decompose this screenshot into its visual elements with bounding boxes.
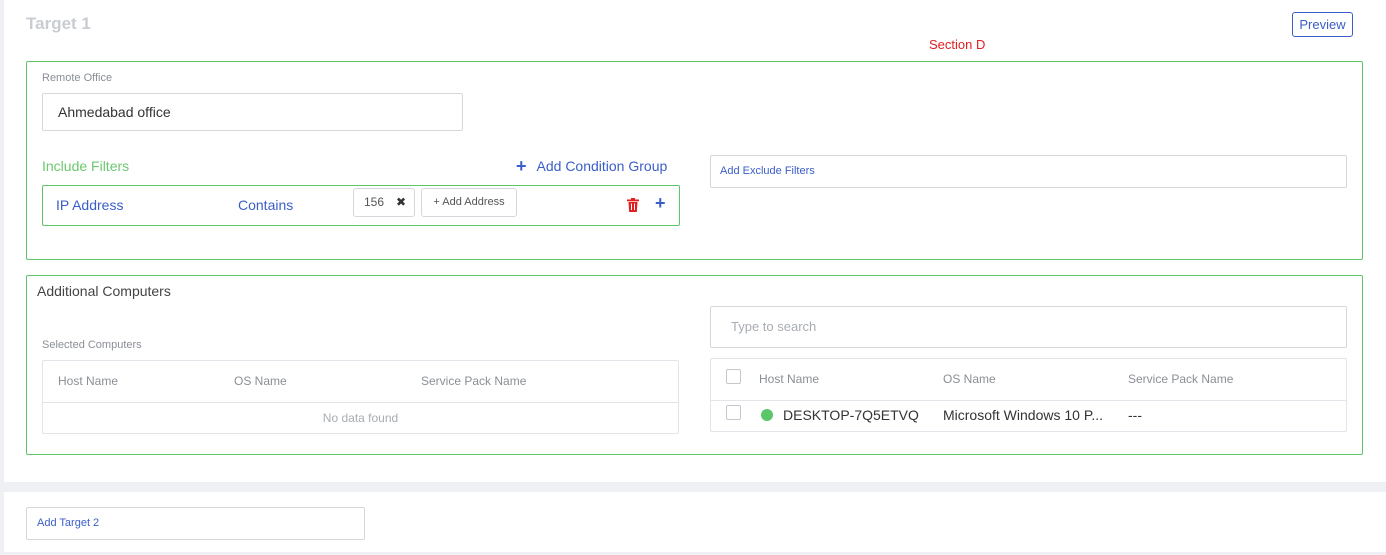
table-header: Host Name OS Name Service Pack Name bbox=[43, 361, 678, 403]
filter-condition-row: IP Address Contains 156 ✖ + Add Address … bbox=[42, 185, 680, 226]
host-name-cell: DESKTOP-7Q5ETVQ bbox=[783, 407, 919, 423]
add-exclude-filters-input[interactable]: Add Exclude Filters bbox=[710, 155, 1347, 188]
empty-state-text: No data found bbox=[322, 411, 399, 425]
filter-value-text: 156 bbox=[364, 195, 385, 209]
os-name-cell: Microsoft Windows 10 P... bbox=[943, 407, 1104, 423]
add-target-input[interactable]: Add Target 2 bbox=[26, 507, 365, 540]
additional-computers-title: Additional Computers bbox=[37, 283, 171, 299]
column-header[interactable]: OS Name bbox=[943, 372, 996, 386]
remote-office-label: Remote Office bbox=[42, 72, 113, 84]
filter-field-select[interactable]: IP Address bbox=[56, 197, 123, 213]
column-header[interactable]: Host Name bbox=[58, 374, 118, 388]
row-checkbox[interactable] bbox=[726, 405, 741, 420]
add-address-button[interactable]: + Add Address bbox=[421, 188, 517, 217]
add-condition-group-button[interactable]: + Add Condition Group bbox=[516, 156, 668, 176]
online-status-icon bbox=[761, 409, 773, 421]
select-all-checkbox[interactable] bbox=[726, 369, 741, 384]
filter-operator-select[interactable]: Contains bbox=[238, 197, 293, 213]
include-filters-label: Include Filters bbox=[42, 158, 130, 174]
section-label: Section D bbox=[929, 37, 986, 52]
preview-button[interactable]: Preview bbox=[1292, 12, 1353, 37]
table-header: Host Name OS Name Service Pack Name bbox=[711, 359, 1346, 401]
remote-office-select[interactable]: Ahmedabad office bbox=[42, 93, 463, 131]
selected-computers-label: Selected Computers bbox=[42, 339, 142, 351]
available-computers-table: Host Name OS Name Service Pack Name DESK… bbox=[710, 358, 1347, 432]
plus-icon: + bbox=[516, 156, 527, 176]
trash-icon[interactable] bbox=[627, 198, 639, 212]
table-row[interactable]: DESKTOP-7Q5ETVQ Microsoft Windows 10 P..… bbox=[711, 401, 1346, 433]
selected-computers-table: Host Name OS Name Service Pack Name No d… bbox=[42, 360, 679, 434]
add-condition-plus-icon[interactable]: + bbox=[655, 193, 666, 214]
remove-chip-icon[interactable]: ✖ bbox=[396, 189, 406, 216]
target-title: Target 1 bbox=[26, 14, 91, 33]
add-condition-group-label: Add Condition Group bbox=[536, 158, 668, 174]
column-header[interactable]: Host Name bbox=[759, 372, 819, 386]
column-header[interactable]: Service Pack Name bbox=[421, 374, 526, 388]
search-input[interactable]: Type to search bbox=[710, 306, 1347, 348]
filter-value-chip: 156 ✖ bbox=[353, 188, 415, 217]
column-header[interactable]: OS Name bbox=[234, 374, 287, 388]
service-pack-cell: --- bbox=[1128, 407, 1142, 423]
column-header[interactable]: Service Pack Name bbox=[1128, 372, 1233, 386]
